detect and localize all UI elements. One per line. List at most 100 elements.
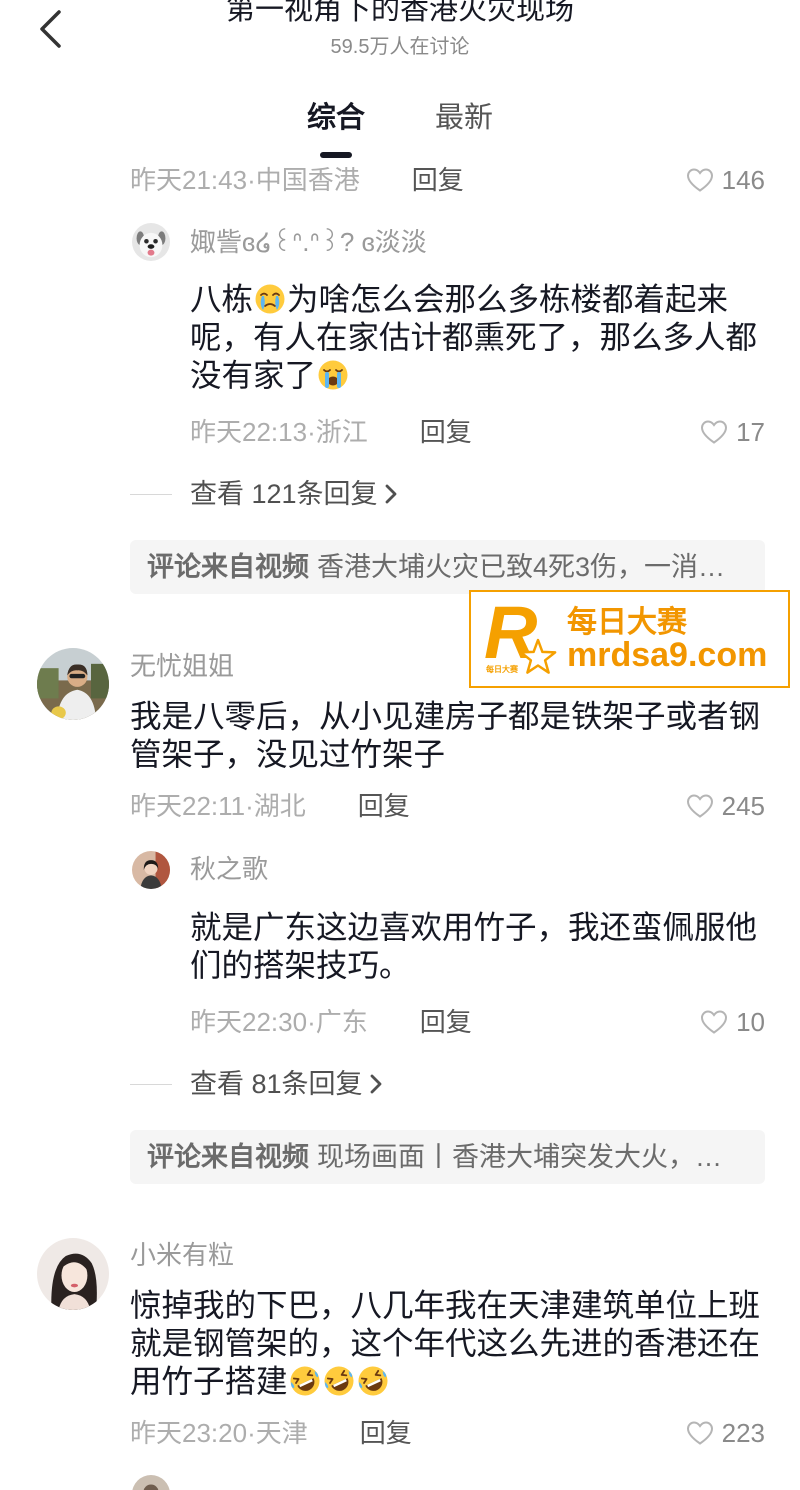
reply-meta: 昨天22:13·浙江 回复 <box>190 416 472 448</box>
avatar <box>132 1475 170 1490</box>
text-line: 用竹子搭建 <box>130 1362 760 1400</box>
view-replies-button[interactable]: 查看 121条回复 <box>190 478 398 510</box>
reply-time-location: 昨天22:30·广东 <box>190 1007 368 1037</box>
avatar-image-icon <box>132 1475 170 1490</box>
divider <box>130 494 172 495</box>
dog-avatar-icon <box>132 223 170 261</box>
like-count: 245 <box>721 791 765 821</box>
text-segment: 没有家了 <box>190 357 317 393</box>
svg-text:每日大赛: 每日大赛 <box>486 664 519 674</box>
comment-time-location: 昨天23:20·天津 <box>130 1418 308 1448</box>
heart-outline-icon <box>686 168 713 192</box>
comment-time-location: 昨天21:43·中国香港 <box>130 165 360 195</box>
text-line: 我是八零后，从小见建房子都是铁架子或者钢 <box>130 697 760 735</box>
reply-meta: 昨天22:30·广东 回复 <box>190 1006 472 1038</box>
comment-meta: 昨天23:20·天津 回复 <box>130 1417 412 1449</box>
text-segment: 管架子，没见过竹架子 <box>130 736 446 772</box>
comment-author[interactable]: 无忧姐姐 <box>130 650 234 682</box>
heart-outline-icon <box>701 1010 728 1034</box>
woman-portrait-avatar-icon <box>132 851 170 889</box>
text-line: 们的搭架技巧。 <box>190 946 757 984</box>
heart-outline-icon <box>701 420 728 444</box>
reply-avatar[interactable] <box>132 223 170 261</box>
comment-text[interactable]: 惊掉我的下巴，八几年我在天津建筑单位上班 就是钢管架的，这个年代这么先进的香港还… <box>130 1286 760 1400</box>
comment-author[interactable]: 小米有粒 <box>130 1239 234 1271</box>
text-segment: 呢，有人在家估计都熏死了，那么多人都 <box>190 319 758 355</box>
heart-outline-icon <box>686 1421 713 1445</box>
rolling-on-floor-laughing-face-icon <box>323 1365 355 1397</box>
chevron-right-icon <box>385 484 396 504</box>
reply-button[interactable]: 回复 <box>358 790 410 822</box>
text-segment: 为啥怎么会那么多栋楼都着起来 <box>287 281 729 317</box>
video-source-label: 评论来自视频 <box>147 552 309 582</box>
text-segment: 惊掉我的下巴，八几年我在天津建筑单位上班 <box>130 1287 761 1323</box>
tearful-face-icon <box>254 283 286 315</box>
like-button[interactable]: 223 <box>686 1417 765 1449</box>
reply-button[interactable]: 回复 <box>420 1006 472 1038</box>
text-line: 八栋 为啥怎么会那么多栋楼都着起来 <box>190 280 757 318</box>
video-source-link[interactable]: 评论来自视频 现场画面丨香港大埔突发大火，… <box>130 1130 765 1184</box>
reply-text[interactable]: 就是广东这边喜欢用竹子，我还蛮佩服他 们的搭架技巧。 <box>190 908 757 984</box>
watermark-url: mrdsa9.com <box>567 636 768 674</box>
video-source-title: 香港大埔火灾已致4死3伤，一消… <box>317 552 726 582</box>
reply-time-location: 昨天22:13·浙江 <box>190 417 368 447</box>
comment-meta: 昨天21:43·中国香港 回复 <box>130 164 464 196</box>
next-reply-avatar[interactable] <box>132 1475 170 1490</box>
loudly-crying-face-icon <box>317 359 349 391</box>
reply-author[interactable]: 娵訾ɞ໒꒰ᐢ.ᐢ꒱? ɞ淡淡 <box>190 226 427 258</box>
reply-button[interactable]: 回复 <box>412 164 464 196</box>
like-count: 10 <box>736 1007 765 1037</box>
watermark-logo-icon: R 每日大赛 <box>484 596 557 674</box>
text-segment: 用竹子搭建 <box>130 1363 288 1399</box>
heart-outline-icon <box>686 794 713 818</box>
reply-button[interactable]: 回复 <box>420 416 472 448</box>
woman-outdoor-avatar-icon <box>37 648 109 720</box>
title-area: 第一视角下的香港火灾现场 <box>0 0 800 28</box>
like-count: 17 <box>736 417 765 447</box>
woman-long-hair-avatar-icon <box>37 1238 109 1310</box>
comment-avatar[interactable] <box>37 1238 109 1310</box>
view-replies-button[interactable]: 查看 81条回复 <box>190 1068 383 1100</box>
watermark-banner: R 每日大赛 每日大赛 mrdsa9.com <box>469 590 790 688</box>
reply-author[interactable]: 秋之歌 <box>190 853 268 885</box>
reply-avatar[interactable] <box>132 851 170 889</box>
view-replies-label: 查看 81条回复 <box>190 1069 363 1099</box>
chevron-right-icon <box>370 1074 381 1094</box>
like-button[interactable]: 10 <box>700 1006 765 1038</box>
like-button[interactable]: 245 <box>686 790 765 822</box>
comment-meta: 昨天22:11·湖北 回复 <box>130 790 410 822</box>
text-line: 就是钢管架的，这个年代这么先进的香港还在 <box>130 1324 760 1362</box>
video-source-title: 现场画面丨香港大埔突发大火，… <box>317 1142 722 1172</box>
comment-time-location: 昨天22:11·湖北 <box>130 791 306 821</box>
tab-latest[interactable]: 最新 <box>435 100 493 136</box>
comment-avatar[interactable] <box>37 648 109 720</box>
text-line: 就是广东这边喜欢用竹子，我还蛮佩服他 <box>190 908 757 946</box>
comment-text[interactable]: 我是八零后，从小见建房子都是铁架子或者钢 管架子，没见过竹架子 <box>130 697 760 773</box>
reply-button[interactable]: 回复 <box>360 1417 412 1449</box>
reply-text[interactable]: 八栋 为啥怎么会那么多栋楼都着起来 呢，有人在家估计都熏死了，那么多人都 没有家… <box>190 280 757 394</box>
like-count: 223 <box>721 1418 765 1448</box>
text-segment: 就是钢管架的，这个年代这么先进的香港还在 <box>130 1325 761 1361</box>
text-line: 呢，有人在家估计都熏死了，那么多人都 <box>190 318 757 356</box>
video-source-label: 评论来自视频 <box>147 1142 309 1172</box>
view-replies-label: 查看 121条回复 <box>190 479 378 509</box>
discussion-count: 59.5万人在讨论 <box>330 36 470 58</box>
like-button[interactable]: 17 <box>700 416 765 448</box>
text-line: 管架子，没见过竹架子 <box>130 735 760 773</box>
page-title: 第一视角下的香港火灾现场 <box>225 0 574 26</box>
text-segment: 们的搭架技巧。 <box>190 947 411 983</box>
rolling-on-floor-laughing-face-icon <box>357 1365 389 1397</box>
like-count: 146 <box>721 165 765 195</box>
tab-comprehensive[interactable]: 综合 <box>307 100 365 136</box>
text-line: 惊掉我的下巴，八几年我在天津建筑单位上班 <box>130 1286 760 1324</box>
active-tab-indicator <box>320 152 352 158</box>
like-button[interactable]: 146 <box>686 164 765 196</box>
text-line: 没有家了 <box>190 356 757 394</box>
text-segment: 我是八零后，从小见建房子都是铁架子或者钢 <box>130 698 761 734</box>
text-segment: 就是广东这边喜欢用竹子，我还蛮佩服他 <box>190 909 758 945</box>
video-source-link[interactable]: 评论来自视频 香港大埔火灾已致4死3伤，一消… <box>130 540 765 594</box>
text-segment: 八栋 <box>190 281 254 317</box>
comments-page: 第一视角下的香港火灾现场 59.5万人在讨论 综合 最新 昨天21:43·中国香… <box>0 0 800 1490</box>
divider <box>130 1084 172 1085</box>
rolling-on-floor-laughing-face-icon <box>289 1365 321 1397</box>
